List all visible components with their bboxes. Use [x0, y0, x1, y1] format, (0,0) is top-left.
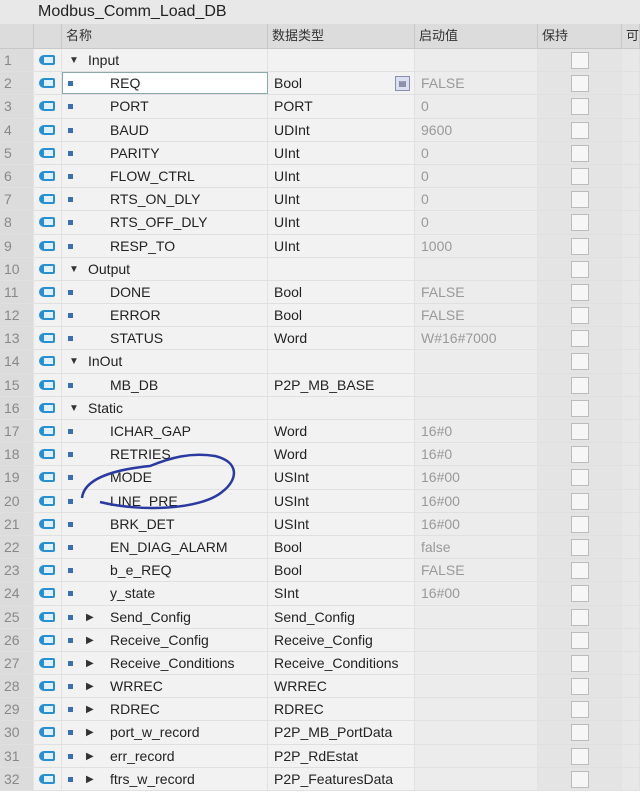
- hand-drawn-circle-annotation: [80, 453, 236, 510]
